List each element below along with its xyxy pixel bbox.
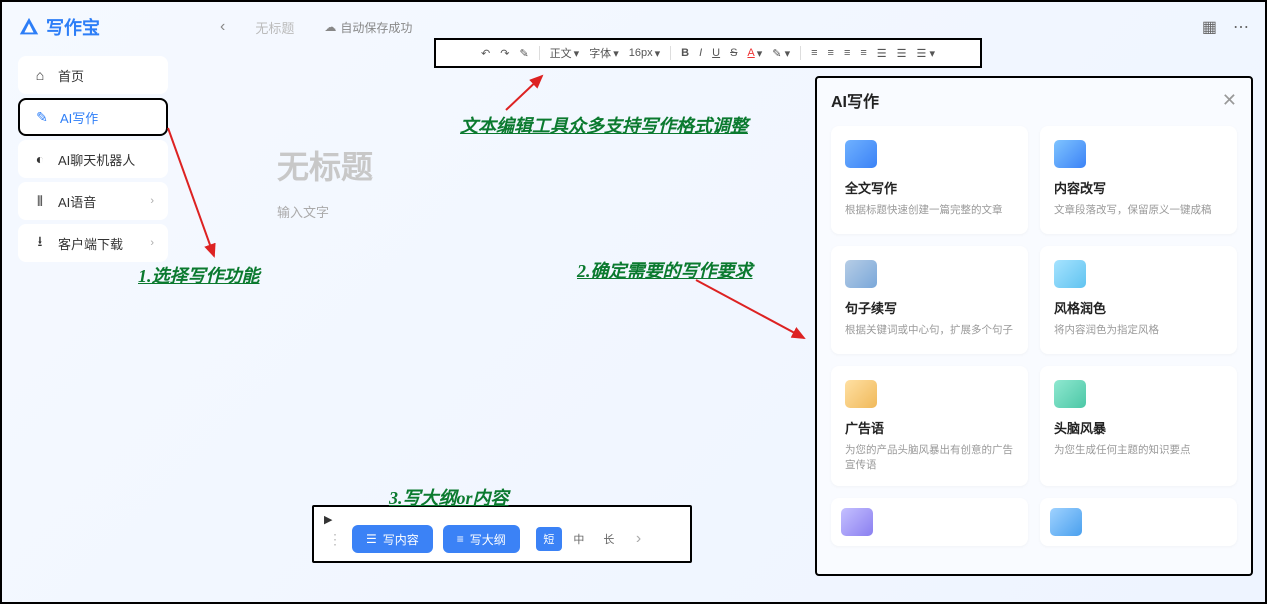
sidebar-item-label: AI语音 bbox=[58, 192, 96, 211]
more-icon[interactable]: ⋯ bbox=[1233, 17, 1249, 37]
list-ol-button[interactable]: ☰ bbox=[897, 47, 907, 60]
doc-title-top: 无标题 bbox=[255, 18, 294, 37]
sidebar-item-label: 首页 bbox=[58, 66, 84, 85]
ai-write-panel: AI写作 ✕ 全文写作 根据标题快速创建一篇完整的文章 内容改写 文章段落改写，… bbox=[815, 76, 1253, 576]
feature-icon bbox=[1050, 508, 1082, 536]
redo-button[interactable]: ↷ bbox=[500, 47, 509, 60]
brainstorm-icon bbox=[1054, 380, 1086, 408]
editor-toolbar: ↶ ↷ ✎ 正文 ▾ 字体 ▾ 16px ▾ B I U S A ▾ ✎ ▾ ≡… bbox=[434, 38, 982, 68]
annotation-toolbar: 文本编辑工具众多支持写作格式调整 bbox=[460, 112, 748, 138]
card-title: 风格润色 bbox=[1054, 298, 1223, 317]
back-button[interactable]: ‹ bbox=[220, 18, 225, 36]
continue-icon bbox=[845, 260, 877, 288]
document-body-input[interactable]: 输入文字 bbox=[277, 202, 797, 221]
length-more-button[interactable]: › bbox=[636, 530, 641, 548]
paragraph-select[interactable]: 正文 ▾ bbox=[550, 45, 580, 61]
card-title: 句子续写 bbox=[845, 298, 1014, 317]
card-title: 头脑风暴 bbox=[1054, 418, 1223, 437]
arrow-2 bbox=[692, 276, 812, 346]
card-title: 广告语 bbox=[845, 418, 1014, 437]
sidebar-item-label: 客户端下载 bbox=[58, 234, 123, 253]
drag-handle-icon[interactable]: ⋮ bbox=[328, 531, 342, 548]
card-desc: 将内容润色为指定风格 bbox=[1054, 323, 1223, 338]
ai-card-brainstorm[interactable]: 头脑风暴 为您生成任何主题的知识要点 bbox=[1040, 366, 1237, 486]
card-title: 全文写作 bbox=[845, 178, 1014, 197]
download-icon: ⭳ bbox=[32, 235, 48, 251]
sidebar-item-label: AI聊天机器人 bbox=[58, 150, 135, 169]
sidebar-item-ai-voice[interactable]: ⦀ AI语音 › bbox=[18, 182, 168, 220]
annotation-1: 1.选择写作功能 bbox=[138, 262, 260, 288]
sidebar-item-home[interactable]: ⌂ 首页 bbox=[18, 56, 168, 94]
autosave-text: 自动保存成功 bbox=[340, 19, 412, 36]
annotation-3: 3.写大纲or内容 bbox=[389, 484, 509, 510]
align-right-button[interactable]: ≡ bbox=[844, 47, 850, 59]
text-color-button[interactable]: A ▾ bbox=[747, 47, 762, 60]
card-desc: 根据标题快速创建一篇完整的文章 bbox=[845, 203, 1014, 218]
compose-action-bar: ▶ ⋮ ☰ 写内容 ≡ 写大纲 短 中 长 › bbox=[312, 505, 692, 563]
edit-icon: ✎ bbox=[34, 109, 50, 125]
close-icon[interactable]: ✕ bbox=[1222, 90, 1237, 111]
ai-card-slogan[interactable]: 广告语 为您的产品头脑风暴出有创意的广告宣传语 bbox=[831, 366, 1028, 486]
autosave-status: ☁ 自动保存成功 bbox=[324, 19, 412, 36]
arrow-1 bbox=[164, 124, 224, 264]
polish-icon bbox=[1054, 260, 1086, 288]
underline-button[interactable]: U bbox=[712, 47, 720, 59]
sidebar: ⌂ 首页 ✎ AI写作 ◐ AI聊天机器人 ⦀ AI语音 › ⭳ 客户端下载 › bbox=[18, 56, 168, 266]
arrow-toolbar bbox=[502, 72, 562, 114]
feature-icon bbox=[841, 508, 873, 536]
ai-card-rewrite[interactable]: 内容改写 文章段落改写，保留原义一键成稿 bbox=[1040, 126, 1237, 234]
chevron-right-icon: › bbox=[150, 237, 154, 249]
font-size-select[interactable]: 16px ▾ bbox=[629, 47, 660, 60]
write-content-button[interactable]: ☰ 写内容 bbox=[352, 525, 433, 553]
length-segmented: 短 中 长 bbox=[536, 527, 622, 551]
sidebar-item-download[interactable]: ⭳ 客户端下载 › bbox=[18, 224, 168, 262]
undo-button[interactable]: ↶ bbox=[481, 47, 490, 60]
format-paint-button[interactable]: ✎ bbox=[519, 47, 528, 60]
sidebar-item-label: AI写作 bbox=[60, 108, 98, 127]
highlight-button[interactable]: ✎ ▾ bbox=[772, 47, 790, 60]
list-ul-button[interactable]: ☰ bbox=[877, 47, 887, 60]
chat-icon: ◐ bbox=[32, 151, 48, 167]
app-name: 写作宝 bbox=[46, 14, 100, 40]
card-desc: 为您的产品头脑风暴出有创意的广告宣传语 bbox=[845, 443, 1014, 472]
sidebar-item-ai-write[interactable]: ✎ AI写作 bbox=[18, 98, 168, 136]
document-icon bbox=[845, 140, 877, 168]
align-left-button[interactable]: ≡ bbox=[811, 47, 817, 59]
ai-card-full-write[interactable]: 全文写作 根据标题快速创建一篇完整的文章 bbox=[831, 126, 1028, 234]
ai-card-continue[interactable]: 句子续写 根据关键词或中心句，扩展多个句子 bbox=[831, 246, 1028, 354]
ai-card-polish[interactable]: 风格润色 将内容润色为指定风格 bbox=[1040, 246, 1237, 354]
font-select[interactable]: 字体 ▾ bbox=[589, 45, 619, 61]
document-title-input[interactable]: 无标题 bbox=[277, 142, 797, 188]
play-handle-icon[interactable]: ▶ bbox=[324, 513, 332, 526]
card-desc: 根据关键词或中心句，扩展多个句子 bbox=[845, 323, 1014, 338]
voice-icon: ⦀ bbox=[32, 193, 48, 209]
ad-icon bbox=[845, 380, 877, 408]
home-icon: ⌂ bbox=[32, 67, 48, 83]
length-long-button[interactable]: 长 bbox=[596, 527, 622, 551]
grid-view-icon[interactable]: ▦ bbox=[1202, 17, 1217, 37]
app-logo: 写作宝 bbox=[18, 14, 100, 40]
ai-panel-title: AI写作 bbox=[831, 88, 879, 112]
ai-card-extra-2[interactable] bbox=[1040, 498, 1237, 546]
write-outline-button[interactable]: ≡ 写大纲 bbox=[443, 525, 520, 553]
strike-button[interactable]: S bbox=[730, 47, 737, 59]
ai-card-extra-1[interactable] bbox=[831, 498, 1028, 546]
align-center-button[interactable]: ≡ bbox=[828, 47, 834, 59]
bold-button[interactable]: B bbox=[681, 47, 689, 59]
card-desc: 文章段落改写，保留原义一键成稿 bbox=[1054, 203, 1223, 218]
length-mid-button[interactable]: 中 bbox=[566, 527, 592, 551]
chevron-right-icon: › bbox=[150, 195, 154, 207]
sidebar-item-ai-chat[interactable]: ◐ AI聊天机器人 bbox=[18, 140, 168, 178]
cloud-icon: ☁ bbox=[324, 20, 336, 34]
rewrite-icon bbox=[1054, 140, 1086, 168]
italic-button[interactable]: I bbox=[699, 47, 702, 59]
length-short-button[interactable]: 短 bbox=[536, 527, 562, 551]
card-desc: 为您生成任何主题的知识要点 bbox=[1054, 443, 1223, 458]
logo-icon bbox=[18, 16, 40, 38]
indent-button[interactable]: ☰ ▾ bbox=[917, 47, 935, 60]
align-justify-button[interactable]: ≡ bbox=[860, 47, 866, 59]
card-title: 内容改写 bbox=[1054, 178, 1223, 197]
